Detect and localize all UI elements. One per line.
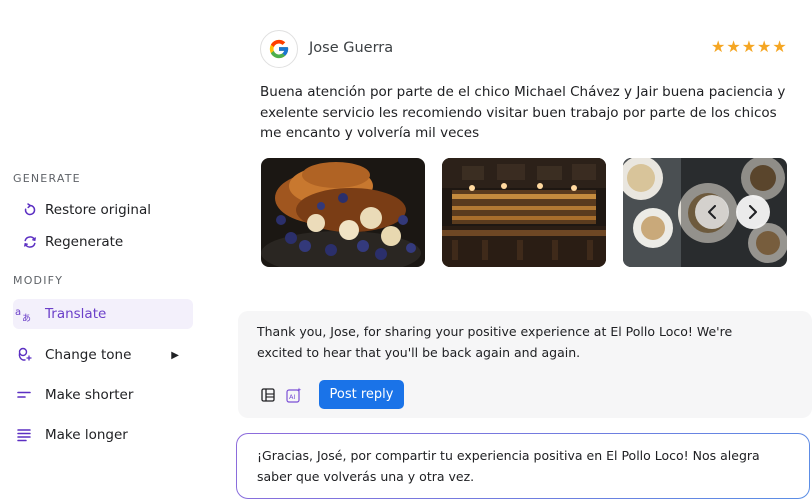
make-shorter-icon: [13, 389, 35, 401]
carousel-next-button[interactable]: [736, 195, 770, 229]
ai-assist-icon[interactable]: AI: [286, 387, 302, 403]
carousel-prev-button[interactable]: [695, 195, 729, 229]
restore-icon: [21, 203, 39, 217]
chevron-right-icon: [749, 205, 757, 219]
review-text: Buena atención por parte de el chico Mic…: [260, 84, 786, 141]
table-dishes-photo[interactable]: [623, 158, 787, 267]
svg-text:a: a: [15, 307, 21, 318]
chevron-left-icon: [708, 205, 716, 219]
translate-label: Translate: [45, 306, 107, 322]
bar-interior-photo[interactable]: [442, 158, 606, 267]
change-tone-menu-item[interactable]: Change tone ▶: [13, 340, 193, 370]
translate-menu-item[interactable]: aあ Translate: [13, 299, 193, 329]
restore-original-label: Restore original: [45, 202, 151, 218]
reviewer-name: Jose Guerra: [309, 40, 394, 56]
regenerate-icon: [21, 235, 39, 249]
google-avatar: [260, 30, 298, 68]
restore-original-menu-item[interactable]: Restore original: [13, 195, 193, 225]
template-icon[interactable]: [261, 388, 275, 402]
rating-stars: ★★★★★: [711, 39, 788, 56]
regenerate-label: Regenerate: [45, 234, 124, 250]
make-longer-icon: [13, 428, 35, 442]
make-shorter-label: Make shorter: [45, 387, 134, 403]
make-longer-menu-item[interactable]: Make longer: [13, 420, 193, 450]
google-icon: [269, 39, 289, 59]
modify-section-label: MODIFY: [13, 274, 64, 287]
make-shorter-menu-item[interactable]: Make shorter: [13, 380, 193, 410]
translation-text[interactable]: ¡Gracias, José, por compartir tu experie…: [257, 445, 787, 487]
change-tone-label: Change tone: [45, 347, 132, 363]
submenu-arrow-icon: ▶: [171, 349, 179, 361]
make-longer-label: Make longer: [45, 427, 128, 443]
french-toast-photo[interactable]: [261, 158, 425, 267]
translate-icon: aあ: [13, 306, 35, 322]
svg-text:AI: AI: [289, 393, 295, 401]
svg-text:あ: あ: [22, 313, 31, 322]
generate-section-label: GENERATE: [13, 172, 81, 185]
reply-text[interactable]: Thank you, Jose, for sharing your positi…: [257, 321, 777, 363]
post-reply-button[interactable]: Post reply: [319, 380, 404, 409]
tone-icon: [13, 347, 35, 363]
regenerate-menu-item[interactable]: Regenerate: [13, 227, 193, 257]
